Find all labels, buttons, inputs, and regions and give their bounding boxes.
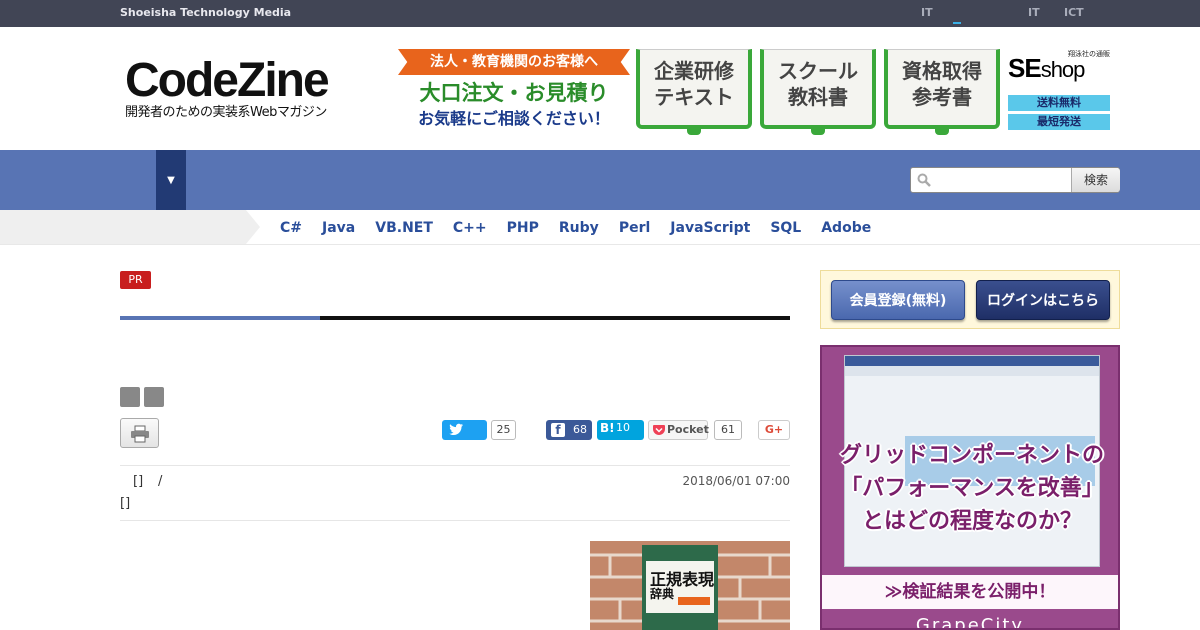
login-button[interactable]: ログインはこちら [976, 280, 1110, 320]
facebook-count: 68 [573, 423, 587, 436]
register-button[interactable]: 会員登録(無料) [831, 280, 965, 320]
bulk-order-panel: 法人・教育機関のお客様へ 大口注文・お見積り お気軽にご相談ください！ [398, 47, 630, 129]
book-label: 教科書 [788, 85, 848, 109]
book-label: スクール [778, 59, 858, 83]
lang-link-javascript[interactable]: JavaScript [670, 220, 750, 236]
lang-link-php[interactable]: PHP [507, 220, 539, 236]
lang-link-ruby[interactable]: Ruby [559, 220, 599, 236]
search-button[interactable]: 検索 [1071, 168, 1120, 192]
book-school: スクール 教科書 [760, 49, 876, 135]
facebook-icon: f [551, 423, 565, 437]
search-icon [917, 173, 931, 187]
ad-headline-line: グリッドコンポーネントの [839, 443, 1104, 468]
ad-screenshot-toolbar [845, 366, 1099, 376]
twitter-icon [449, 423, 463, 435]
banner-subline: お気軽にご相談ください！ [418, 109, 610, 128]
book-tab [687, 127, 701, 135]
hatena-bookmark-button[interactable]: B! 10 [597, 420, 644, 440]
search-input[interactable] [937, 170, 1071, 190]
pocket-button[interactable]: Pocket [648, 420, 709, 440]
ad-brand: GrapeCity [822, 609, 1118, 628]
logo-tagline: 開発者のための実装系Webマガジン [125, 105, 327, 120]
author-separator: / [158, 474, 163, 489]
ad-cta: ≫検証結果を公開中！ [822, 575, 1118, 609]
search-form: 検索 [910, 167, 1120, 193]
banner-headline: 大口注文・お見積り [419, 81, 609, 105]
book-label: 企業研修 [654, 59, 734, 83]
lang-link-adobe[interactable]: Adobe [821, 220, 871, 236]
publish-date: 2018/06/01 07:00 [682, 474, 790, 488]
lang-link-csharp[interactable]: C# [280, 220, 302, 236]
topbar-link-ict[interactable]: ICT [1064, 6, 1084, 19]
menu-dropdown-button[interactable]: ▼ [156, 150, 186, 210]
topbar-link-it-2[interactable]: IT [1028, 6, 1040, 19]
seshop-logo: 翔泳社の通販 SEshop 送料無料 最短発送 [1008, 49, 1112, 131]
shoeisha-brand-link[interactable]: Shoeisha Technology Media [120, 6, 291, 19]
pocket-icon [653, 425, 665, 435]
hatena-count: 10 [616, 421, 630, 434]
pr-badge: PR [120, 271, 151, 289]
top-bar: Shoeisha Technology Media IT IT ICT [0, 0, 1200, 27]
printer-icon [131, 425, 149, 443]
ad-headline-line: 「パフォーマンスを改善」 [840, 476, 1104, 501]
title-rule [120, 316, 790, 320]
topbar-link-it[interactable]: IT [921, 6, 933, 19]
seshop-name-shop: shop [1040, 57, 1086, 82]
seshop-name-se: SE [1008, 53, 1042, 83]
google-plus-button[interactable]: G+ [758, 420, 790, 440]
pocket-count: 61 [714, 420, 742, 440]
site-header: CodeZine 開発者のための実装系Webマガジン 法人・教育機関のお客様へ … [0, 27, 1200, 150]
codezine-logo[interactable]: CodeZine 開発者のための実装系Webマガジン [125, 54, 350, 121]
free-shipping-badge: 送料無料 [1008, 95, 1110, 111]
tag-chip[interactable] [120, 387, 140, 407]
lang-link-sql[interactable]: SQL [770, 220, 801, 236]
language-bar: C# Java VB.NET C++ PHP Ruby Perl JavaScr… [0, 210, 1200, 245]
author-bracket: [] [133, 474, 144, 489]
member-box: 会員登録(無料) ログインはこちら [820, 270, 1120, 329]
article-thumbnail: 正規表現 辞典 [590, 541, 790, 630]
ad-headline: グリッドコンポーネントの 「パフォーマンスを改善」 とはどの程度なのか？ [822, 439, 1118, 538]
book-tab [935, 127, 949, 135]
book-corporate-training: 企業研修 テキスト [636, 49, 752, 135]
fast-shipping-badge: 最短発送 [1008, 114, 1110, 130]
language-bar-lead [0, 210, 260, 244]
author-bracket-2: [] [120, 496, 131, 511]
seshop-name: SEshop [1008, 53, 1086, 84]
grapecity-ad[interactable]: グリッドコンポーネントの 「パフォーマンスを改善」 とはどの程度なのか？ ≫検証… [820, 345, 1120, 630]
book-cover-subtitle: 辞典 [650, 587, 675, 601]
language-links: C# Java VB.NET C++ PHP Ruby Perl JavaScr… [280, 220, 891, 236]
print-button[interactable] [120, 418, 159, 448]
ad-headline-line: とはどの程度なのか？ [861, 509, 1082, 534]
book-label: 参考書 [912, 85, 972, 109]
banner-ribbon: 法人・教育機関のお客様へ [398, 49, 630, 75]
lang-link-perl[interactable]: Perl [619, 220, 650, 236]
lang-link-vbnet[interactable]: VB.NET [375, 220, 433, 236]
tweet-button[interactable] [442, 420, 487, 440]
title-rule-accent [120, 316, 320, 320]
pocket-label: Pocket [667, 423, 709, 436]
twitter-count: 25 [491, 420, 516, 440]
logo-text: CodeZine [125, 54, 330, 107]
book-certification: 資格取得 参考書 [884, 49, 1000, 135]
main-nav: ▼ 検索 [0, 150, 1200, 210]
article-meta: [] / [] 2018/06/01 07:00 [120, 465, 790, 521]
facebook-share-button[interactable]: f 68 [546, 420, 592, 440]
seshop-banner[interactable]: 法人・教育機関のお客様へ 大口注文・お見積り お気軽にご相談ください！ 企業研修… [398, 47, 1112, 135]
hatena-icon: B! [600, 421, 615, 435]
tag-chip[interactable] [144, 387, 164, 407]
ad-screenshot-titlebar [845, 356, 1099, 366]
topbar-active-indicator [953, 22, 961, 24]
lang-link-cpp[interactable]: C++ [453, 220, 487, 236]
book-label: テキスト [654, 85, 734, 109]
lang-link-java[interactable]: Java [322, 220, 355, 236]
book-label: 資格取得 [902, 59, 982, 83]
book-tab [811, 127, 825, 135]
